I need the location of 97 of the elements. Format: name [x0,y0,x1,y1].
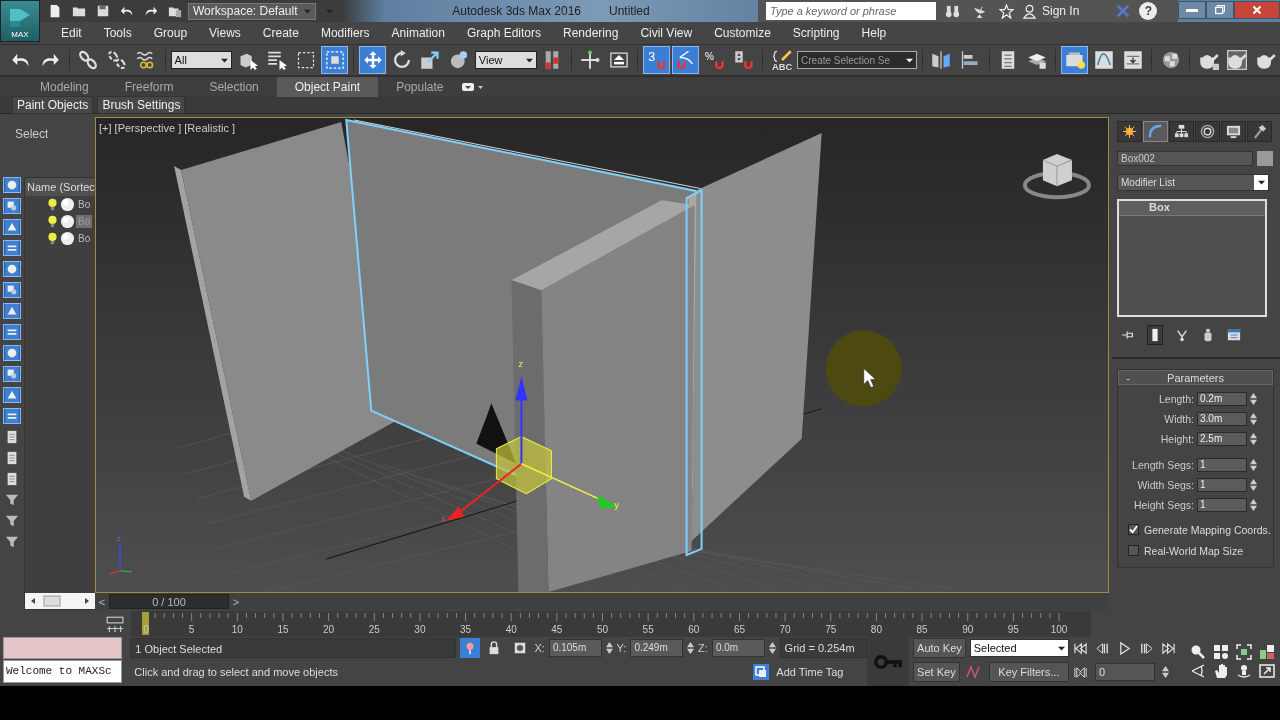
field-label: Width Segs: [1136,479,1194,491]
workspace-dropdown[interactable]: Workspace: Default [188,2,316,20]
menu-item[interactable]: Scripting [783,23,853,43]
z-coordinate-field[interactable]: 0.0m [711,639,765,657]
ribbon-tab[interactable]: Populate [378,76,462,97]
menu-item[interactable]: Create [253,23,312,43]
app-menu-button[interactable]: MAX [0,0,40,42]
frame-number: 35 [460,623,472,635]
checkbox-label: Real-World Map Size [1144,544,1243,557]
set-key-button[interactable]: Set Key [913,662,960,682]
object-name[interactable]: Bo [76,232,93,245]
frame-number: 70 [779,623,791,635]
selection-status: 1 Object Selected [130,638,457,658]
frame-number: 25 [368,623,380,635]
checkbox-label: Generate Mapping Coords. [1144,523,1271,536]
toolbar-dropdown[interactable]: View [474,51,537,69]
rollout-title[interactable]: Parameters [1133,371,1272,384]
number-field[interactable]: 3.0m [1197,412,1247,426]
frame-number: 85 [916,623,928,635]
next-frame-button[interactable]: > [229,594,243,609]
number-field[interactable]: 0.2m [1197,392,1247,406]
axis-label: x [441,513,446,524]
track-bar[interactable]: 0 5 10 15 20 25 30 35 40 45 50 55 60 65 70 75 80 85 90 95 100 [131,610,1091,637]
ribbon-tab[interactable]: Modeling [22,76,107,97]
frame-number: 75 [825,623,837,635]
collapse-toggle[interactable]: - [1119,371,1133,384]
field-label: Height Segs: [1132,499,1194,511]
time-slider-thumb[interactable]: 0 / 100 [109,594,229,609]
document-title: Untitled [609,4,650,18]
frame-number: 10 [231,623,243,635]
menu-item[interactable]: Modifiers [311,23,383,43]
search-field[interactable]: Type a keyword or phrase [766,2,936,20]
key-mode-dropdown[interactable]: Selected [969,639,1070,657]
number-field[interactable]: 1 [1197,498,1247,512]
key-filters-button[interactable]: Key Filters... [988,662,1070,682]
menu-item[interactable]: Views [200,23,254,43]
stack-item[interactable]: Box [1119,201,1265,216]
current-frame-field[interactable]: 0 [1095,663,1156,681]
modifier-stack[interactable]: Box [1117,199,1267,317]
number-field[interactable]: 1 [1197,478,1247,492]
frame-number: 40 [505,623,517,635]
frame-number: 65 [733,623,745,635]
viewport-label[interactable]: [+] [Perspective ] [Realistic ] [99,122,236,134]
frame-number: 20 [323,623,335,635]
field-label: Width: [1163,413,1194,425]
frame-number: 5 [188,623,195,635]
menu-item[interactable]: Help [852,23,900,43]
frame-number: 100 [1050,623,1068,635]
menu-item[interactable]: Graph Editors [457,23,554,43]
field-label: Length: [1157,393,1194,405]
toolbar-dropdown[interactable]: All [170,51,233,69]
auto-key-button[interactable]: Auto Key [913,638,966,658]
field-label: Height: [1159,433,1194,445]
frame-number: 80 [870,623,882,635]
frame-number: 15 [277,623,289,635]
x-label: X: [534,642,545,654]
menu-item[interactable]: Civil View [631,23,706,43]
x-coordinate-field[interactable]: 0.105m [548,639,602,657]
menu-item[interactable]: Customize [705,23,784,43]
time-tag-label[interactable]: Add Time Tag [776,666,844,678]
frame-number: 0 [143,623,149,635]
prompt-line: Click and drag to select and move objects [133,665,339,680]
axis-label: y [614,499,619,510]
menu-item[interactable]: Animation [382,23,458,43]
modifier-list-dropdown[interactable]: Modifier List [1117,174,1269,191]
y-coordinate-field[interactable]: 0.249m [630,639,684,657]
menu-item[interactable]: Group [144,23,201,43]
axis-label: z [518,358,523,369]
object-name[interactable]: Bo [76,198,93,211]
toolbar-dropdown[interactable]: Create Selection Se [797,51,917,69]
frame-number: 60 [688,623,700,635]
menu-item[interactable]: Tools [94,23,145,43]
frame-number: 55 [642,623,654,635]
help-button[interactable]: ? [1139,2,1158,20]
ribbon-tab[interactable]: Freeform [106,76,192,97]
app-title: Autodesk 3ds Max 2016 [452,4,582,18]
previous-frame-button[interactable]: < [95,594,109,609]
frame-number: 95 [1007,623,1019,635]
ribbon-tab[interactable]: Selection [191,76,277,97]
y-label: Y: [616,642,627,654]
number-field[interactable]: 2.5m [1197,432,1247,446]
sign-in-link[interactable]: Sign In [1042,4,1080,18]
frame-number: 30 [414,623,426,635]
frame-number: 90 [962,623,974,635]
frame-number: 50 [596,623,609,635]
menu-item[interactable]: Edit [52,23,95,43]
number-field[interactable]: 1 [1197,458,1247,472]
z-label: Z: [698,642,708,654]
frame-number: 45 [551,623,563,635]
ribbon-tab[interactable]: Object Paint [276,76,379,97]
panel-title: Select [14,126,50,143]
maxscript-output[interactable]: Welcome to MAXSc [3,660,123,683]
object-name-field[interactable]: Box002 [1117,151,1253,166]
column-header[interactable]: Name (Sortec [25,178,97,196]
field-label: Length Segs: [1131,459,1194,471]
grid-size: Grid = 0.254m [779,638,868,658]
menu-item[interactable]: Rendering [554,23,632,43]
